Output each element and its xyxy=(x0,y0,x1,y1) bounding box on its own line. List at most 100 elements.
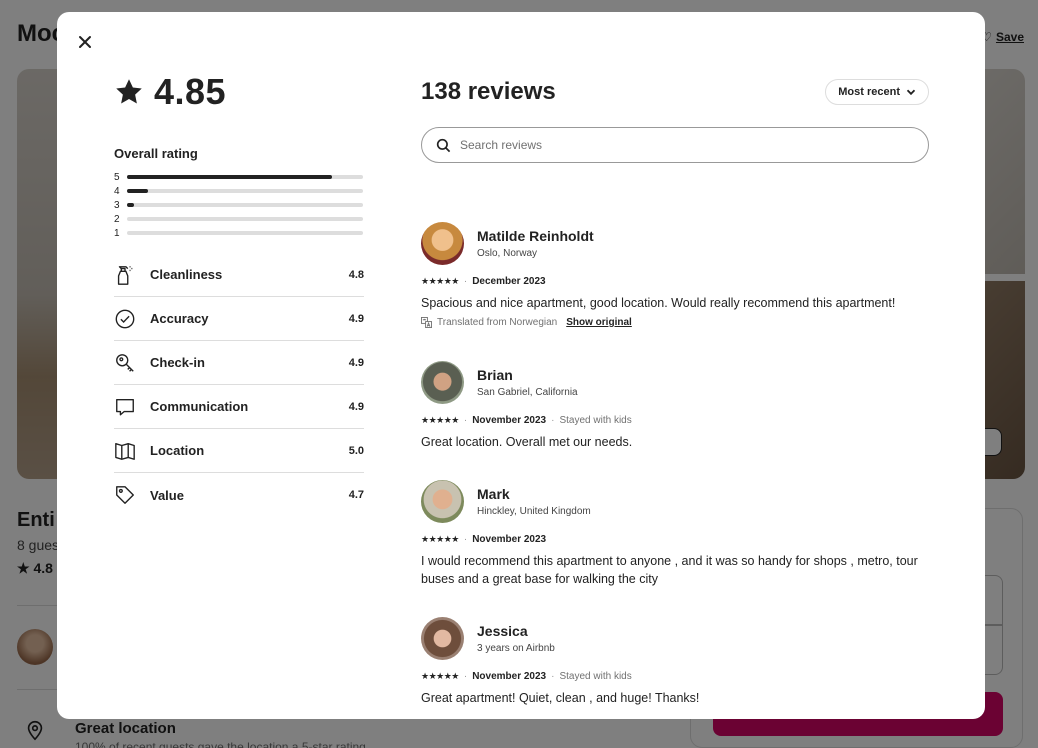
separator-dot: · xyxy=(463,671,468,682)
category-value: 4.9 xyxy=(348,400,364,413)
tag-icon xyxy=(114,484,136,506)
rating-bar-stars: 2 xyxy=(114,213,120,225)
rating-bar-fill xyxy=(127,175,333,179)
search-input[interactable] xyxy=(460,138,914,152)
rating-distribution: 5 4 3 2 1 xyxy=(114,170,364,240)
category-value: 4.7 xyxy=(348,489,364,501)
category-name: Communication xyxy=(150,399,249,414)
avatar[interactable] xyxy=(421,617,464,660)
rating-bar-track xyxy=(127,189,363,193)
close-icon xyxy=(79,36,91,48)
review-date: November 2023 xyxy=(472,534,547,545)
review-date: December 2023 xyxy=(472,276,546,287)
category-cleanliness: Cleanliness 4.8 xyxy=(114,253,364,297)
reviewer-location: San Gabriel, California xyxy=(477,387,578,398)
spray-bottle-icon xyxy=(114,264,136,286)
translate-icon xyxy=(421,317,432,328)
avatar[interactable] xyxy=(421,361,464,404)
close-button[interactable] xyxy=(71,28,99,56)
separator-dot: · xyxy=(463,415,468,426)
review-item: Jessica 3 years on Airbnb ★★★★★ · Novemb… xyxy=(421,617,929,707)
review-stars: ★★★★★ xyxy=(421,534,459,544)
category-communication: Communication 4.9 xyxy=(114,385,364,429)
search-reviews-box[interactable] xyxy=(421,127,929,163)
rating-bar-stars: 5 xyxy=(114,171,120,183)
key-icon xyxy=(114,352,136,374)
category-value: 4.8 xyxy=(348,268,364,281)
review-text: Great apartment! Quiet, clean , and huge… xyxy=(421,691,700,705)
star-icon xyxy=(116,79,142,104)
reviews-header: 138 reviews Most recent xyxy=(421,74,929,110)
check-circle-icon xyxy=(114,308,136,330)
overall-rating-label: Overall rating xyxy=(114,146,198,161)
chat-bubble-icon xyxy=(114,396,136,418)
avatar[interactable] xyxy=(421,222,464,265)
rating-bar-fill xyxy=(127,203,135,207)
sort-dropdown[interactable]: Most recent xyxy=(825,79,929,105)
rating-bar-track xyxy=(127,175,363,179)
category-value: 5.0 xyxy=(348,444,364,457)
review-date: November 2023 xyxy=(472,671,547,682)
reviewer-location: 3 years on Airbnb xyxy=(477,643,555,654)
separator-dot: · xyxy=(551,671,555,682)
chevron-down-icon xyxy=(906,89,916,96)
reviews-modal: 4.85 Overall rating 5 4 3 2 1 Cleanlines… xyxy=(57,12,985,719)
review-trip-type: Stayed with kids xyxy=(559,671,632,682)
review-meta: ★★★★★ · November 2023 · Stayed with kids xyxy=(421,415,929,426)
rating-bar-stars: 3 xyxy=(114,199,120,211)
review-item: Mark Hinckley, United Kingdom ★★★★★ · No… xyxy=(421,480,929,588)
category-value: Value 4.7 xyxy=(114,473,364,517)
avatar[interactable] xyxy=(421,480,464,523)
reviewer-name: Mark xyxy=(477,486,510,502)
rating-bar-track xyxy=(127,231,363,235)
reviews-list-panel: 138 reviews Most recent Matilde Reinhold… xyxy=(421,74,929,705)
reviewer: Mark Hinckley, United Kingdom xyxy=(421,480,929,523)
overall-rating-value: 4.85 xyxy=(154,71,227,112)
reviewer-name: Jessica xyxy=(477,623,528,639)
review-stars: ★★★★★ xyxy=(421,276,459,286)
rating-bar-row: 5 xyxy=(114,170,364,184)
separator-dot: · xyxy=(463,276,468,287)
category-name: Location xyxy=(150,443,205,458)
sort-label: Most recent xyxy=(838,86,900,98)
separator-dot: · xyxy=(463,534,468,545)
overall-rating: 4.85 xyxy=(114,71,364,112)
reviewer-name: Brian xyxy=(477,367,513,383)
review-date: November 2023 xyxy=(472,415,547,426)
rating-summary: 4.85 Overall rating 5 4 3 2 1 Cleanlines… xyxy=(114,71,364,517)
rating-bar-stars: 1 xyxy=(114,227,120,239)
review-text: Great location. Overall met our needs. xyxy=(421,435,633,449)
category-name: Value xyxy=(150,487,184,503)
category-location: Location 5.0 xyxy=(114,429,364,473)
review-item: Brian San Gabriel, California ★★★★★ · No… xyxy=(421,361,929,451)
rating-bar-row: 1 xyxy=(114,226,364,240)
rating-bar-track xyxy=(127,203,363,207)
rating-bar-row: 2 xyxy=(114,212,364,226)
category-accuracy: Accuracy 4.9 xyxy=(114,297,364,341)
search-icon xyxy=(436,138,451,152)
category-check-in: Check-in 4.9 xyxy=(114,341,364,385)
review-trip-type: Stayed with kids xyxy=(559,415,632,426)
category-name: Cleanliness xyxy=(150,267,223,282)
category-name: Check-in xyxy=(150,355,205,370)
translation-note: Translated from Norwegian Show original xyxy=(421,317,929,328)
reviewer-name: Matilde Reinholdt xyxy=(477,228,594,244)
reviewer-location: Hinckley, United Kingdom xyxy=(477,506,591,517)
map-icon xyxy=(114,440,136,462)
category-ratings: Cleanliness 4.8 Accuracy 4.9 Check-in 4.… xyxy=(114,253,364,517)
review-text: I would recommend this apartment to anyo… xyxy=(421,554,918,586)
translated-from-label: Translated from Norwegian xyxy=(437,317,558,328)
show-original-link[interactable]: Show original xyxy=(566,317,632,328)
rating-bar-fill xyxy=(127,189,149,193)
reviewer: Jessica 3 years on Airbnb xyxy=(421,617,929,660)
review-meta: ★★★★★ · November 2023 xyxy=(421,534,929,545)
category-value: 4.9 xyxy=(348,312,364,325)
review-stars: ★★★★★ xyxy=(421,671,459,681)
reviewer: Matilde Reinholdt Oslo, Norway xyxy=(421,222,929,265)
reviews-count: 138 reviews xyxy=(421,78,556,105)
rating-bar-track xyxy=(127,217,363,221)
rating-bar-stars: 4 xyxy=(114,185,120,197)
reviewer: Brian San Gabriel, California xyxy=(421,361,929,404)
reviewer-location: Oslo, Norway xyxy=(477,248,538,259)
review-meta: ★★★★★ · December 2023 xyxy=(421,276,929,287)
